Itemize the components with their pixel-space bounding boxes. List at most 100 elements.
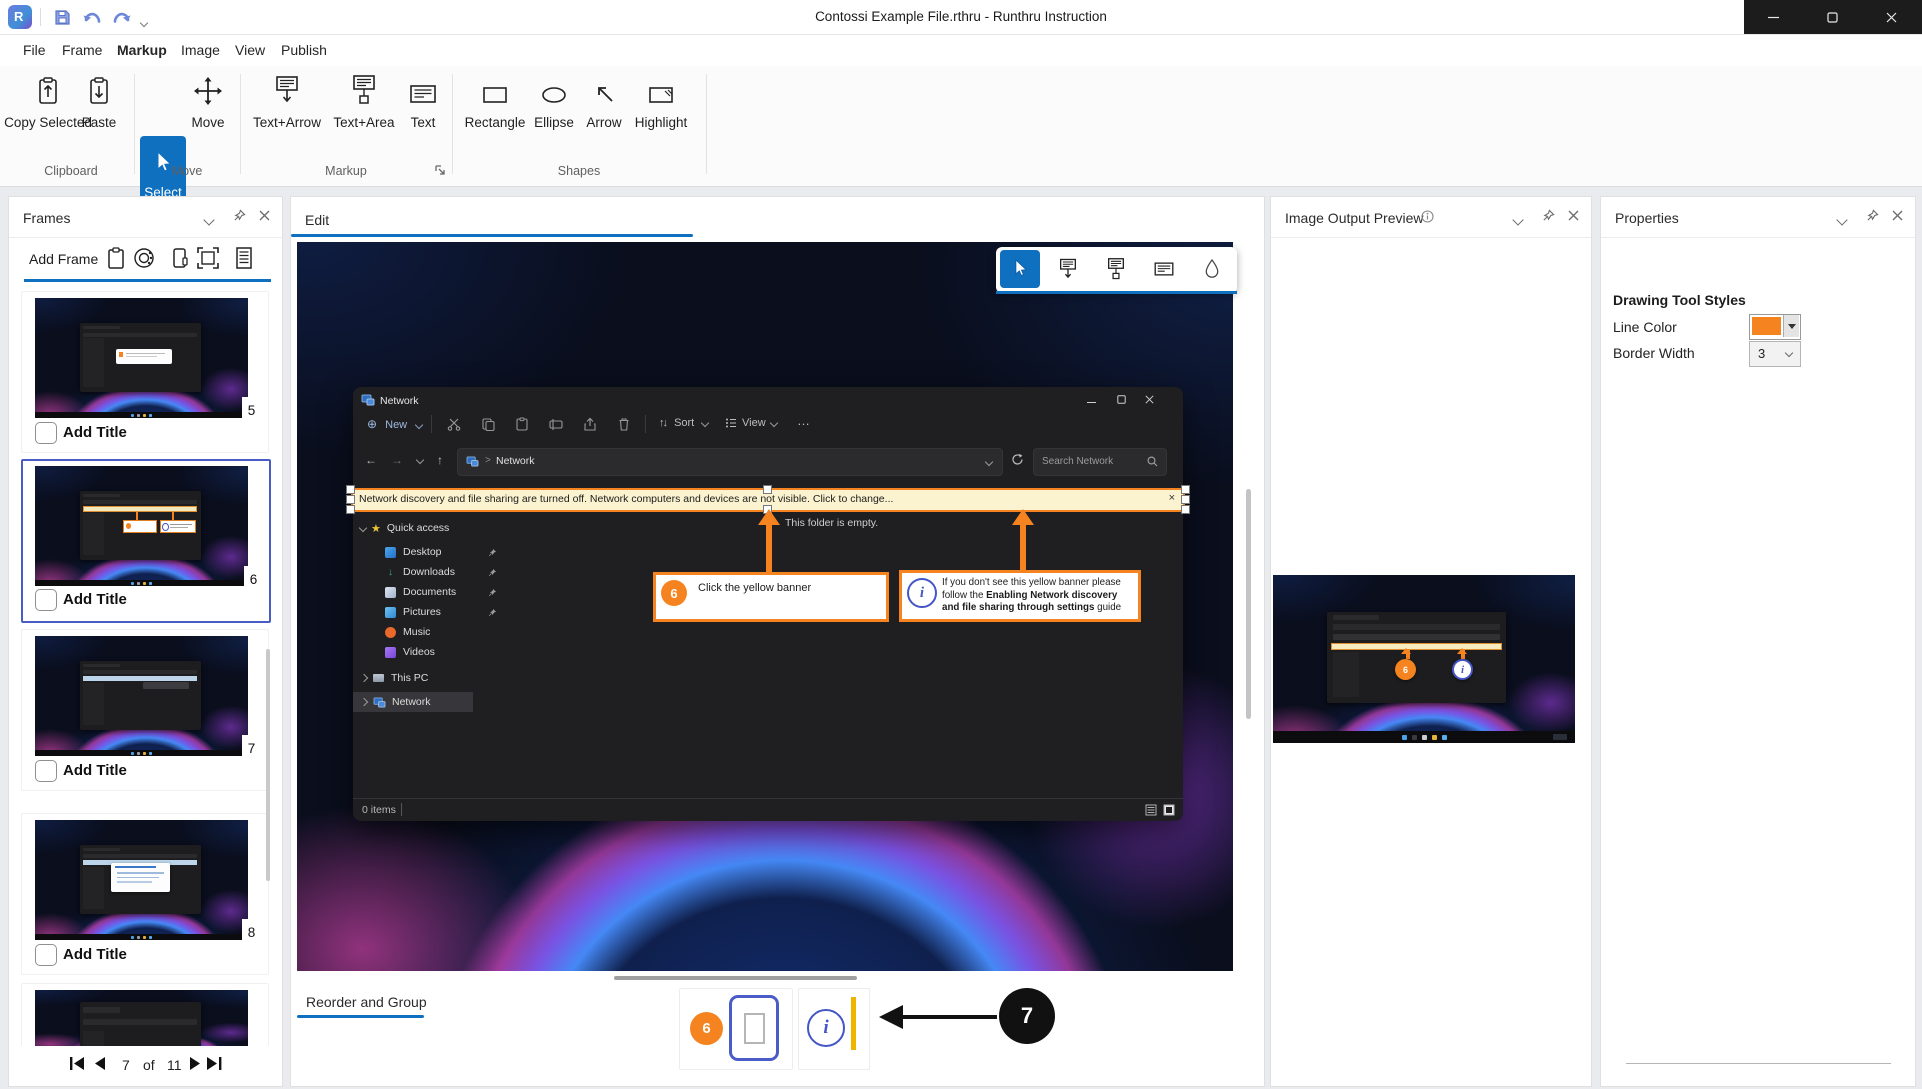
large-icons-view-icon[interactable] (1163, 804, 1175, 816)
sidebar-item-this-pc[interactable]: This PC (353, 668, 473, 688)
callout-step-6[interactable]: 6 Click the yellow banner (653, 572, 889, 622)
pin-icon[interactable] (233, 209, 246, 222)
refresh-icon[interactable] (1011, 453, 1024, 466)
collapse-chevron-icon[interactable] (205, 211, 213, 229)
menu-file[interactable]: File (23, 42, 46, 58)
add-frame-document-icon[interactable] (231, 245, 257, 271)
menu-markup[interactable]: Markup (117, 42, 167, 58)
text-tool-button[interactable]: Text (404, 72, 442, 131)
ellipse-tool-button[interactable]: Ellipse (530, 72, 578, 131)
previous-frame-button[interactable] (93, 1056, 106, 1071)
callout-info[interactable]: i If you don't see this yellow banner pl… (899, 570, 1141, 622)
callout-arrow-1-head[interactable] (758, 509, 780, 525)
line-color-dropdown-button[interactable] (1783, 315, 1799, 337)
explorer-view-button[interactable]: View (725, 417, 777, 429)
pin-icon[interactable] (1866, 209, 1879, 222)
sidebar-item-quick-access[interactable]: ★ Quick access (353, 518, 473, 538)
explorer-sort-button[interactable]: ↑↓ Sort (659, 417, 708, 429)
canvas-text-tool[interactable] (1144, 250, 1184, 288)
menu-frame[interactable]: Frame (62, 42, 102, 58)
close-panel-icon[interactable] (259, 210, 270, 221)
add-frame-device-icon[interactable] (167, 245, 193, 271)
copy-icon[interactable] (481, 417, 495, 431)
canvas-select-tool[interactable] (1000, 250, 1040, 288)
selection-handle[interactable] (1181, 505, 1190, 514)
delete-icon[interactable] (617, 417, 631, 431)
menu-image[interactable]: Image (181, 42, 220, 58)
close-panel-icon[interactable] (1892, 210, 1903, 221)
back-icon[interactable]: ← (365, 453, 377, 467)
sidebar-item-desktop[interactable]: Desktop (353, 542, 505, 562)
sidebar-item-network-selected[interactable]: Network (353, 692, 473, 712)
recent-locations-chevron[interactable] (416, 456, 424, 464)
close-button[interactable] (1862, 0, 1921, 34)
first-frame-button[interactable] (69, 1056, 86, 1071)
address-dropdown-chevron[interactable] (985, 458, 993, 466)
explorer-close-icon[interactable] (1145, 395, 1154, 404)
sidebar-item-music[interactable]: Music (353, 622, 505, 642)
markup-group-1[interactable]: 6 (679, 988, 793, 1070)
add-title-checkbox[interactable] (35, 589, 57, 611)
add-frame-paste-icon[interactable] (103, 245, 129, 271)
up-icon[interactable]: ↑ (437, 453, 443, 467)
callout-arrow-2-head[interactable] (1012, 509, 1034, 525)
search-box[interactable]: Search Network (1033, 448, 1167, 476)
forward-icon[interactable]: → (391, 453, 403, 467)
banner-close-icon[interactable]: × (1169, 492, 1175, 504)
edit-canvas[interactable]: Network ⊕ New (297, 242, 1233, 971)
add-frame-region-icon[interactable] (195, 245, 221, 271)
frame-thumbnail-8[interactable]: 8 Add Title (21, 813, 269, 975)
arrow-tool-button[interactable]: Arrow (582, 72, 626, 131)
explorer-maximize-icon[interactable] (1117, 395, 1126, 404)
sidebar-item-downloads[interactable]: ↓ Downloads (353, 562, 505, 582)
selection-handle[interactable] (346, 495, 355, 504)
address-bar[interactable]: > Network (457, 448, 1003, 476)
selection-handle[interactable] (1181, 485, 1190, 494)
explorer-more-button[interactable]: … (797, 413, 810, 428)
maximize-button[interactable] (1803, 0, 1862, 34)
frame-thumbnail-6-selected[interactable]: 6 Add Title (21, 459, 271, 623)
frame-thumbnail-partial[interactable] (21, 983, 269, 1048)
rename-icon[interactable] (549, 417, 563, 431)
menu-publish[interactable]: Publish (281, 42, 327, 58)
markup-dialog-launcher-icon[interactable] (434, 164, 447, 177)
last-frame-button[interactable] (206, 1056, 223, 1071)
frames-scrollbar[interactable] (266, 649, 270, 881)
frame-thumbnail-7[interactable]: 7 Add Title (21, 629, 269, 791)
copy-selected-button[interactable]: Copy Selected (18, 72, 78, 131)
selection-handle[interactable] (1181, 495, 1190, 504)
callout-arrow-2-shaft[interactable] (1020, 525, 1026, 571)
rectangle-tool-button[interactable]: Rectangle (462, 72, 528, 131)
markup-group-2[interactable]: i (798, 988, 870, 1070)
next-frame-button[interactable] (189, 1056, 202, 1071)
cut-icon[interactable] (447, 417, 461, 431)
canvas-vertical-scrollbar[interactable] (1246, 489, 1251, 719)
panel-resize-line[interactable] (1626, 1063, 1891, 1064)
callout-arrow-1-shaft[interactable] (766, 525, 772, 572)
text-area-tool-button[interactable]: Text+Area (330, 72, 398, 131)
share-icon[interactable] (583, 417, 597, 431)
frame-thumbnail-5[interactable]: 5 Add Title (21, 291, 269, 453)
highlight-tool-button[interactable]: Highlight (630, 72, 692, 131)
paste-icon[interactable] (515, 417, 529, 431)
pin-icon[interactable] (1542, 209, 1555, 222)
canvas-horizontal-scrollbar[interactable] (614, 976, 857, 980)
details-view-icon[interactable] (1145, 804, 1157, 816)
border-width-select[interactable]: 3 (1749, 341, 1801, 367)
canvas-text-area-tool[interactable] (1096, 250, 1136, 288)
sidebar-item-pictures[interactable]: Pictures (353, 602, 505, 622)
add-frame-capture-icon[interactable] (131, 245, 157, 271)
edit-tab[interactable]: Edit (305, 212, 329, 228)
add-title-checkbox[interactable] (35, 944, 57, 966)
selection-handle[interactable] (763, 485, 772, 494)
add-title-checkbox[interactable] (35, 760, 57, 782)
collapse-chevron-icon[interactable] (1838, 211, 1846, 229)
explorer-new-button[interactable]: ⊕ New (367, 417, 422, 431)
explorer-minimize-icon[interactable] (1087, 398, 1096, 407)
selection-handle[interactable] (346, 485, 355, 494)
move-tool-button[interactable]: Move (188, 72, 228, 131)
sidebar-item-documents[interactable]: Documents (353, 582, 505, 602)
collapse-chevron-icon[interactable] (1514, 211, 1522, 229)
paste-button[interactable]: Paste (76, 72, 122, 131)
canvas-color-drop-tool[interactable] (1192, 250, 1232, 288)
